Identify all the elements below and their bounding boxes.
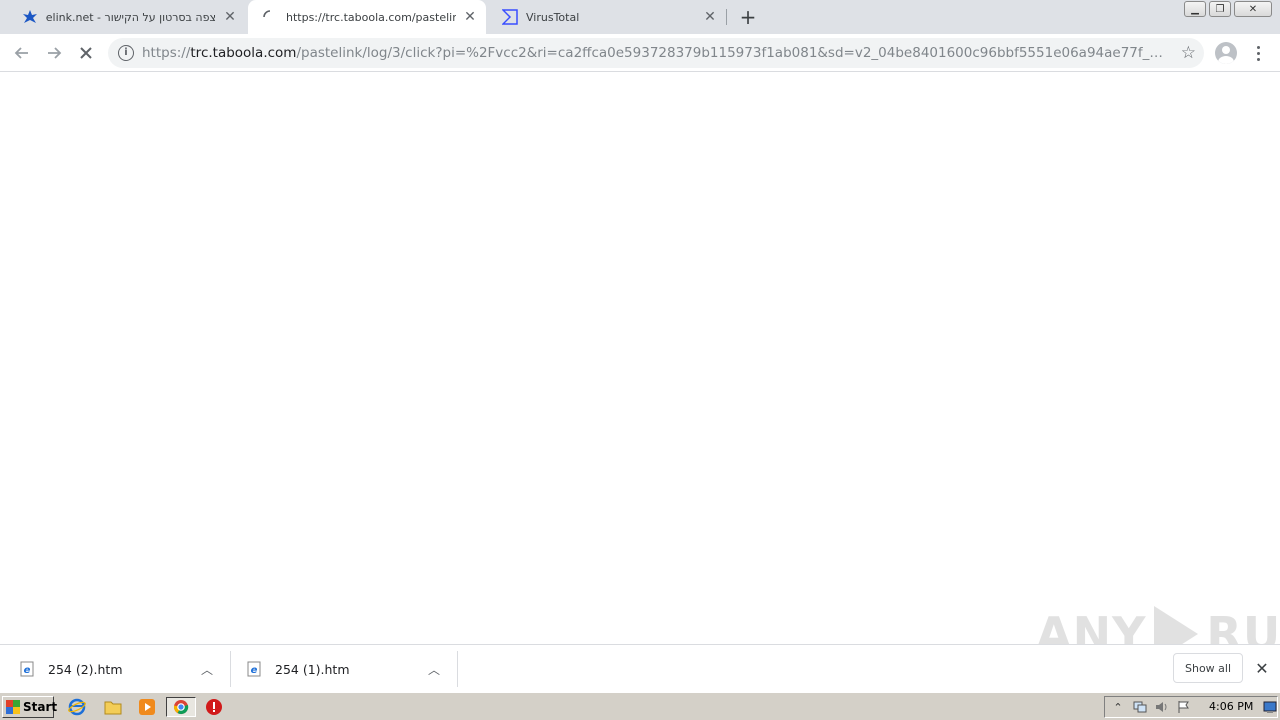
pastelink-favicon: [22, 9, 38, 25]
url-path: /pastelink/log/3/click?pi=%2Fvcc2&ri=ca2…: [296, 45, 1170, 61]
clock[interactable]: 4:06 PM: [1209, 700, 1253, 713]
window-close-button[interactable]: ✕: [1234, 1, 1272, 17]
tab-pastelink[interactable]: צפה בסרטון על הקישור - elink.net ✕: [8, 0, 246, 34]
media-player-quicklaunch-icon[interactable]: [136, 697, 158, 717]
network-icon[interactable]: [1131, 699, 1149, 715]
download-item[interactable]: e 254 (2).htm ︿: [0, 649, 230, 689]
download-separator: [457, 651, 458, 687]
show-desktop-icon[interactable]: [1261, 699, 1279, 715]
ie-file-icon: e: [247, 661, 261, 677]
address-bar[interactable]: i https://trc.taboola.com/pastelink/log/…: [108, 38, 1204, 68]
restore-button[interactable]: ❐: [1209, 1, 1231, 17]
url-scheme: https://: [142, 45, 191, 61]
chrome-taskbar-button[interactable]: [166, 697, 196, 717]
page-content: [0, 72, 1280, 644]
svg-text:e: e: [251, 665, 258, 676]
svg-text:e: e: [24, 665, 31, 676]
stop-loading-button[interactable]: [72, 39, 100, 67]
virustotal-icon: [502, 9, 518, 25]
profile-avatar[interactable]: [1215, 42, 1237, 64]
arrow-left-icon: [14, 47, 28, 59]
close-shelf-icon[interactable]: ✕: [1252, 658, 1272, 678]
browser-menu-icon[interactable]: [1250, 42, 1266, 64]
bookmark-star-icon[interactable]: ☆: [1181, 43, 1196, 63]
url-text[interactable]: https://trc.taboola.com/pastelink/log/3/…: [142, 45, 1170, 61]
minimize-button[interactable]: ▁: [1184, 1, 1206, 17]
start-button[interactable]: Start: [2, 696, 58, 718]
back-button[interactable]: [8, 39, 36, 67]
loading-spinner-icon: [262, 9, 278, 25]
chevron-up-icon[interactable]: ︿: [199, 661, 215, 677]
tray-expand-icon[interactable]: ⌃: [1109, 699, 1127, 715]
windows-logo-icon: [6, 700, 20, 714]
download-shelf: e 254 (2).htm ︿ e 254 (1).htm ︿ Show all…: [0, 644, 1280, 692]
volume-icon[interactable]: [1153, 699, 1171, 715]
arrow-right-icon: [48, 47, 62, 59]
tab-virustotal[interactable]: VirusTotal ✕: [488, 0, 726, 34]
ie-quicklaunch-icon[interactable]: [66, 697, 88, 717]
download-filename: 254 (2).htm: [48, 661, 123, 677]
tab-close-icon[interactable]: ✕: [462, 9, 478, 25]
forward-button[interactable]: [40, 39, 68, 67]
tab-title: צפה בסרטון על הקישור - elink.net: [46, 10, 216, 24]
download-filename: 254 (1).htm: [275, 661, 350, 677]
url-host: trc.taboola.com: [190, 45, 297, 61]
tab-close-icon[interactable]: ✕: [222, 9, 238, 25]
system-tray: ⌃ 4:06 PM: [1104, 696, 1278, 718]
new-tab-button[interactable]: +: [736, 5, 760, 29]
tab-title: VirusTotal: [526, 10, 580, 24]
stop-sign-quicklaunch-icon[interactable]: [203, 697, 225, 717]
folder-quicklaunch-icon[interactable]: [102, 697, 124, 717]
action-center-flag-icon[interactable]: [1175, 699, 1193, 715]
tab-strip: צפה בסרטון על הקישור - elink.net ✕ https…: [0, 0, 1280, 34]
chevron-up-icon[interactable]: ︿: [426, 661, 442, 677]
tab-close-icon[interactable]: ✕: [702, 9, 718, 25]
browser-toolbar: i https://trc.taboola.com/pastelink/log/…: [0, 34, 1280, 72]
start-label: Start: [23, 700, 58, 714]
close-icon: [80, 47, 92, 59]
taskbar: Start ⌃ 4:06 PM: [0, 692, 1280, 720]
download-item[interactable]: e 254 (1).htm ︿: [227, 649, 457, 689]
show-all-downloads-button[interactable]: Show all: [1173, 653, 1243, 683]
tab-taboola[interactable]: https://trc.taboola.com/pastelink/log ✕: [248, 0, 486, 34]
site-info-icon[interactable]: i: [118, 45, 134, 61]
tab-title: https://trc.taboola.com/pastelink/log: [286, 10, 456, 24]
tab-separator: [726, 9, 727, 25]
ie-file-icon: e: [20, 661, 34, 677]
